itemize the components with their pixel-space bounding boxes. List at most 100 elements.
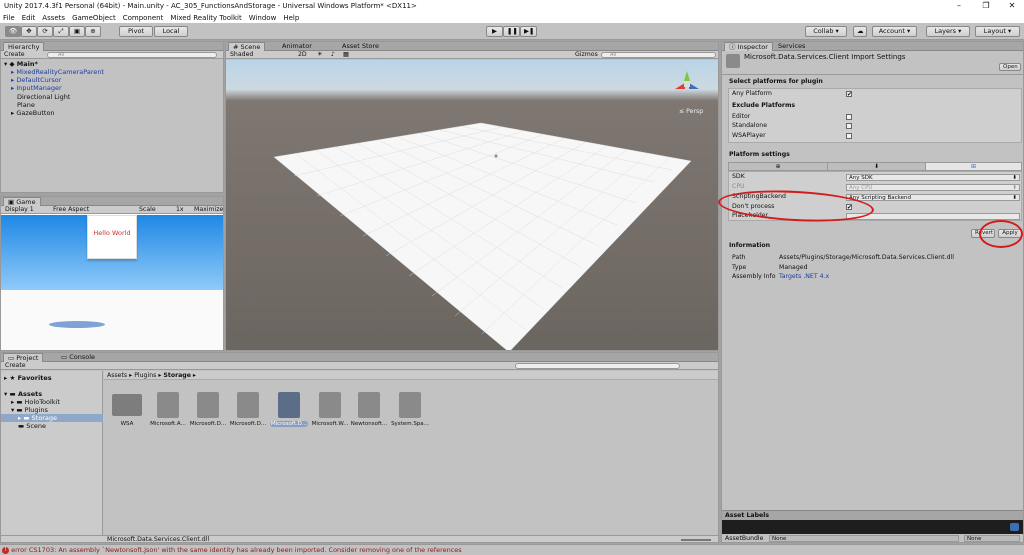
shading-dropdown[interactable]: Shaded: [230, 51, 253, 59]
game-tabbar: ▣ Game: [1, 197, 223, 206]
move-tool-icon[interactable]: ✥: [21, 26, 37, 37]
account-dropdown[interactable]: Account ▾: [872, 26, 917, 37]
exclude-standalone-checkbox[interactable]: [846, 123, 852, 129]
exclude-wsaplayer-checkbox[interactable]: [846, 133, 852, 139]
hand-tool-icon[interactable]: 👁: [5, 26, 21, 37]
project-panel: ▭ Project ▭ Console Create ▸ ★ Favorites…: [0, 352, 719, 543]
project-search-input[interactable]: [515, 363, 680, 369]
asset-label: WSA: [120, 421, 134, 427]
tab-inspector[interactable]: ⓘ Inspector: [724, 42, 773, 51]
tab-services[interactable]: Services: [774, 42, 809, 51]
menu-assets[interactable]: Assets: [42, 14, 65, 22]
scale-tool-icon[interactable]: ⤢: [53, 26, 69, 37]
assetbundle-dropdown[interactable]: None: [769, 535, 959, 542]
status-bar[interactable]: ! error CS1703: An assembly `Newtonsoft.…: [0, 544, 1024, 555]
hierarchy-create-button[interactable]: Create: [4, 51, 25, 59]
rect-tool-icon[interactable]: ▣: [69, 26, 85, 37]
exclude-editor-checkbox[interactable]: [846, 114, 852, 120]
layout-dropdown[interactable]: Layout ▾: [975, 26, 1020, 37]
windows-platform-icon[interactable]: ⊞: [925, 163, 1021, 170]
tab-console[interactable]: ▭ Console: [57, 353, 99, 362]
effects-icon[interactable]: ▦: [343, 51, 349, 59]
pivot-toggle[interactable]: Pivot: [119, 26, 153, 37]
hierarchy-item[interactable]: ▸ DefaultCursor: [11, 76, 61, 84]
breadcrumb-storage[interactable]: Storage: [163, 372, 191, 379]
rotate-tool-icon[interactable]: ⟳: [37, 26, 53, 37]
maximize-icon[interactable]: ❐: [975, 0, 997, 12]
mode-2d-toggle[interactable]: 2D: [298, 51, 307, 59]
aspect-dropdown[interactable]: Free Aspect: [53, 206, 89, 214]
scene-root[interactable]: ▾ ◆ Main*: [4, 60, 38, 68]
gizmos-dropdown[interactable]: Gizmos: [575, 51, 598, 59]
minimize-icon[interactable]: –: [948, 0, 970, 12]
tab-hierarchy[interactable]: Hierarchy: [3, 42, 45, 51]
puzzle-icon[interactable]: [237, 392, 259, 418]
menu-component[interactable]: Component: [123, 14, 164, 22]
play-button[interactable]: ▶: [486, 26, 503, 37]
project-tree-favorites[interactable]: ▸ ★ Favorites: [4, 374, 52, 382]
scene-name: Main*: [16, 60, 38, 68]
puzzle-icon[interactable]: [278, 392, 300, 418]
project-tree-storage[interactable]: ▸ ▬ Storage: [1, 414, 103, 422]
tab-game[interactable]: ▣ Game: [3, 197, 41, 206]
tab-scene[interactable]: # Scene: [228, 42, 266, 51]
puzzle-icon[interactable]: [157, 392, 179, 418]
puzzle-icon[interactable]: [358, 392, 380, 418]
scene-search-input[interactable]: All: [601, 52, 716, 58]
collab-button[interactable]: Collab ▾: [805, 26, 847, 37]
game-panel: ▣ Game Display 1 Free Aspect Scale 1x Ma…: [0, 196, 224, 351]
info-assembly-value[interactable]: Targets .NET 4.x: [779, 273, 829, 281]
puzzle-icon[interactable]: [399, 392, 421, 418]
folder-icon[interactable]: [112, 394, 142, 416]
step-button[interactable]: ▶❚: [520, 26, 537, 37]
tab-console-label: Console: [69, 353, 96, 361]
sdk-dropdown[interactable]: Any SDK ⬍: [846, 174, 1020, 181]
project-tree-assets[interactable]: ▾ ▬ Assets: [4, 390, 42, 398]
persp-label[interactable]: ≤ Persp: [679, 108, 703, 116]
cpu-dropdown[interactable]: Any CPU ⬍: [846, 184, 1020, 191]
scripting-backend-dropdown[interactable]: Any Scripting Backend ⬍: [846, 194, 1020, 201]
editor-platform-icon[interactable]: ⊕: [729, 163, 827, 170]
any-platform-checkbox[interactable]: ✔: [846, 91, 852, 98]
assetbundle-variant-dropdown[interactable]: None: [964, 535, 1020, 542]
hierarchy-item[interactable]: ▸ GazeButton: [11, 109, 55, 117]
puzzle-icon[interactable]: [319, 392, 341, 418]
cloud-icon[interactable]: ☁: [853, 26, 867, 37]
menu-file[interactable]: File: [3, 14, 15, 22]
hierarchy-item[interactable]: ▸ InputManager: [11, 84, 62, 92]
scene-gizmo-icon[interactable]: [673, 69, 701, 97]
menu-window[interactable]: Window: [249, 14, 277, 22]
close-icon[interactable]: ✕: [1001, 0, 1023, 12]
icon-size-slider[interactable]: [681, 539, 711, 541]
maximize-toggle[interactable]: Maximize O: [194, 206, 223, 214]
audio-icon[interactable]: ♪: [331, 51, 335, 59]
placeholder-field[interactable]: [846, 213, 1020, 220]
lighting-icon[interactable]: ☀: [317, 51, 323, 59]
breadcrumb-assets[interactable]: Assets: [107, 372, 127, 379]
tab-animator[interactable]: Animator: [278, 42, 316, 51]
breadcrumb-plugins[interactable]: Plugins: [134, 372, 156, 379]
project-tree-plugins[interactable]: ▾ ▬ Plugins: [11, 406, 48, 414]
transform-tool-icon[interactable]: ⊕: [85, 26, 101, 37]
tag-icon[interactable]: [1010, 523, 1019, 531]
project-tree-holotoolkit[interactable]: ▸ ▬ HoloToolkit: [11, 398, 60, 406]
open-button[interactable]: Open: [999, 63, 1021, 71]
hierarchy-item[interactable]: ▸ MixedRealityCameraParent: [11, 68, 104, 76]
hierarchy-item[interactable]: Plane: [17, 101, 35, 109]
tab-project[interactable]: ▭ Project: [3, 353, 44, 362]
menu-edit[interactable]: Edit: [22, 14, 36, 22]
menu-gameobject[interactable]: GameObject: [72, 14, 116, 22]
hierarchy-item[interactable]: Directional Light: [17, 93, 70, 101]
project-create-button[interactable]: Create: [5, 362, 26, 370]
menu-help[interactable]: Help: [283, 14, 299, 22]
layers-dropdown[interactable]: Layers ▾: [926, 26, 970, 37]
pause-button[interactable]: ❚❚: [503, 26, 520, 37]
project-tree-scene[interactable]: ▬ Scene: [18, 422, 46, 430]
standalone-platform-icon[interactable]: ⬇: [827, 163, 925, 170]
menu-mixed-reality-toolkit[interactable]: Mixed Reality Toolkit: [170, 14, 241, 22]
hierarchy-search-input[interactable]: All: [47, 52, 217, 58]
local-toggle[interactable]: Local: [154, 26, 188, 37]
puzzle-icon[interactable]: [197, 392, 219, 418]
tab-asset-store[interactable]: Asset Store: [338, 42, 383, 51]
display-dropdown[interactable]: Display 1: [5, 206, 34, 214]
